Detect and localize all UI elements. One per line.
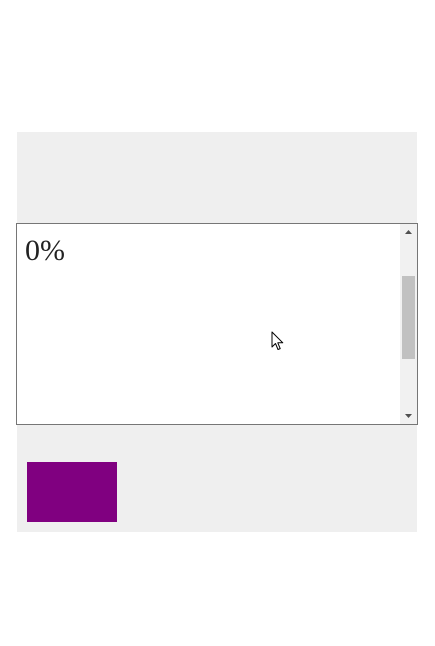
purple-box [27, 462, 117, 522]
scroll-percentage-text: 0% [25, 234, 65, 267]
triangle-down-icon [405, 414, 412, 418]
mouse-pointer-icon [271, 331, 284, 350]
vertical-scrollbar[interactable] [400, 224, 417, 424]
scroll-up-arrow[interactable] [400, 224, 417, 241]
scroll-thumb[interactable] [402, 275, 415, 359]
scroll-down-arrow[interactable] [400, 407, 417, 424]
scroll-content: 0% [17, 224, 400, 424]
triangle-up-icon [405, 230, 412, 234]
scrollable-container[interactable]: 0% [16, 223, 418, 425]
